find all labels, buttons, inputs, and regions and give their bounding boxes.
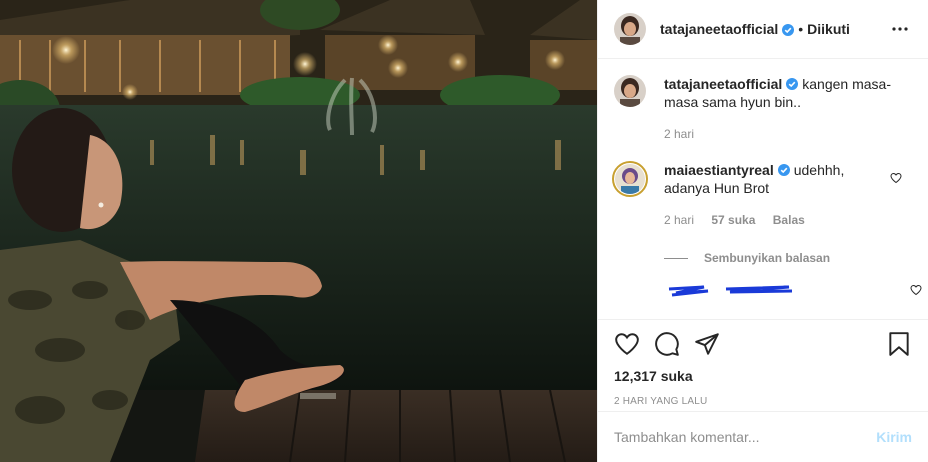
redacted-reply (664, 281, 922, 311)
post-photo[interactable] (0, 0, 597, 462)
reply-button[interactable]: Balas (773, 213, 805, 227)
hide-replies-label: Sembunyikan balasan (704, 251, 831, 265)
comment-item: maiaestiantyreal udehhh, adanya Hun Brot … (612, 161, 912, 229)
author-avatar[interactable] (614, 75, 646, 107)
caption-time[interactable]: 2 hari (664, 127, 694, 141)
comments-section[interactable]: tatajaneetaofficial kangen masa-masa sama… (598, 59, 928, 319)
share-icon[interactable] (694, 331, 720, 357)
hide-replies-line (664, 257, 688, 259)
commenter-avatar-image (615, 164, 645, 194)
commenter-username[interactable]: maiaestiantyreal (664, 162, 774, 178)
post-side-panel: tatajaneetaofficial • Diikuti tatajaneet… (597, 0, 928, 462)
comment-time[interactable]: 2 hari (664, 213, 694, 227)
post-actions: 12,317 suka 2 HARI YANG LALU (598, 319, 928, 407)
author-avatar-image (614, 75, 646, 107)
caption-username[interactable]: tatajaneetaofficial (664, 76, 782, 92)
comment-like-heart-icon[interactable] (890, 171, 902, 184)
verified-badge-icon (786, 76, 799, 90)
author-avatar-image (614, 13, 646, 45)
post-header: tatajaneetaofficial • Diikuti (598, 0, 928, 59)
add-comment-bar: Kirim (598, 411, 928, 462)
caption-meta: 2 hari (664, 125, 912, 143)
verified-badge-icon (782, 23, 795, 36)
author-username[interactable]: tatajaneetaofficial (660, 21, 778, 37)
comment-input[interactable] (614, 429, 877, 445)
bookmark-icon[interactable] (886, 331, 912, 357)
separator-dot: • (798, 21, 804, 37)
comment-likes[interactable]: 57 suka (711, 213, 755, 227)
instagram-post: tatajaneetaofficial • Diikuti tatajaneet… (0, 0, 928, 462)
hide-replies-button[interactable]: Sembunyikan balasan (664, 251, 912, 265)
verified-badge-icon (777, 162, 790, 176)
more-options-icon[interactable] (888, 17, 912, 41)
commenter-avatar[interactable] (612, 161, 648, 197)
reply-like-heart-icon[interactable] (910, 283, 922, 296)
action-icons-row (614, 320, 912, 368)
caption: tatajaneetaofficial kangen masa-masa sama… (614, 75, 912, 143)
author-avatar[interactable] (614, 13, 646, 45)
likes-count[interactable]: 12,317 suka (614, 368, 912, 384)
comment-meta: 2 hari 57 suka Balas (664, 211, 894, 229)
follow-status-button[interactable]: Diikuti (807, 21, 850, 37)
heart-icon[interactable] (614, 331, 640, 357)
caption-body: tatajaneetaofficial kangen masa-masa sama… (664, 75, 912, 143)
night-pond-scene (0, 0, 597, 462)
comment-body: maiaestiantyreal udehhh, adanya Hun Brot … (664, 161, 894, 229)
redaction-scribble (668, 285, 793, 297)
post-comment-button[interactable]: Kirim (876, 429, 912, 445)
comment-icon[interactable] (654, 331, 680, 357)
posted-time[interactable]: 2 HARI YANG LALU (614, 396, 912, 407)
